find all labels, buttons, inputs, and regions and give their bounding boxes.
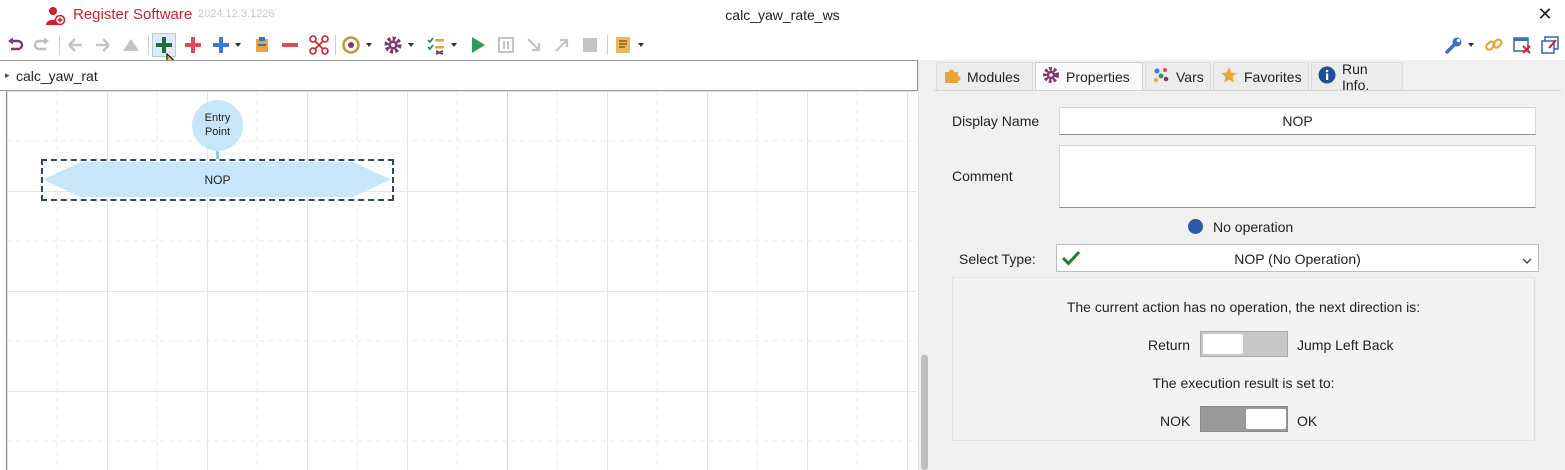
canvas-divider — [507, 91, 508, 470]
star-icon — [1220, 66, 1238, 87]
chevron-down-icon — [1522, 253, 1532, 269]
stop-icon[interactable] — [578, 33, 602, 57]
scrollbar-thumb[interactable] — [921, 355, 928, 470]
title-bar: Register Software 2024.12.3.1226 calc_ya… — [0, 0, 1565, 31]
checklist-icon[interactable] — [424, 33, 448, 57]
chevron-down-icon[interactable] — [366, 43, 372, 47]
breadcrumb-arrow-icon[interactable]: ▸ — [5, 70, 10, 81]
link-icon[interactable] — [1482, 33, 1506, 57]
dots-icon — [1152, 66, 1170, 87]
pause-icon[interactable] — [494, 33, 518, 57]
entry-point-label-line1: Entry — [204, 112, 231, 124]
tab-vars[interactable]: Vars — [1145, 62, 1211, 90]
nop-node-label: NOP — [204, 173, 231, 187]
result-right-label: OK — [1297, 413, 1318, 429]
toggle-knob — [1246, 409, 1286, 429]
chevron-down-icon[interactable] — [408, 43, 414, 47]
forward-icon[interactable] — [91, 33, 115, 57]
tab-favorites-label: Favorites — [1244, 68, 1302, 85]
chevron-down-icon[interactable] — [451, 43, 457, 47]
nop-options-panel: The current action has no operation, the… — [952, 277, 1535, 441]
vertical-scrollbar[interactable] — [918, 60, 930, 470]
chevron-down-icon[interactable] — [235, 43, 241, 47]
toolbar-separator — [607, 35, 608, 55]
toggle-knob — [1203, 334, 1243, 354]
window-title: calc_yaw_rate_ws — [725, 7, 840, 23]
chevron-down-icon[interactable] — [1468, 43, 1474, 47]
nop-action-node[interactable]: NOP — [41, 159, 394, 201]
chevron-down-icon[interactable] — [638, 43, 644, 47]
step-out-icon[interactable] — [550, 33, 574, 57]
direction-toggle[interactable] — [1200, 331, 1288, 357]
select-type-value: NOP (No Operation) — [1234, 251, 1361, 267]
breadcrumb-item[interactable]: calc_yaw_rat — [16, 68, 98, 84]
direction-left-label: Return — [1148, 337, 1191, 353]
tab-vars-label: Vars — [1176, 68, 1204, 85]
direction-description: The current action has no operation, the… — [1066, 299, 1421, 315]
wrench-icon[interactable] — [1442, 33, 1466, 57]
tab-favorites[interactable]: Favorites — [1213, 62, 1309, 90]
display-name-field[interactable]: NOP — [1059, 107, 1536, 135]
play-icon[interactable] — [466, 33, 490, 57]
undo-icon[interactable] — [3, 33, 27, 57]
window-restore-icon[interactable] — [1538, 33, 1562, 57]
redo-icon[interactable] — [30, 33, 54, 57]
breadcrumb: ▸ calc_yaw_rat — [0, 60, 918, 91]
gear-icon[interactable] — [381, 33, 405, 57]
operation-status-text: No operation — [1213, 219, 1294, 235]
remove-icon[interactable] — [278, 33, 302, 57]
direction-right-label: Jump Left Back — [1297, 337, 1394, 353]
info-icon — [1318, 66, 1336, 87]
close-window-button[interactable]: ✕ — [1534, 3, 1556, 25]
result-toggle[interactable] — [1200, 406, 1288, 432]
toolbar-separator — [148, 35, 149, 55]
add-blue-icon[interactable] — [209, 33, 233, 57]
canvas-grid — [7, 91, 917, 470]
window-close-icon[interactable] — [1510, 33, 1534, 57]
result-left-label: NOK — [1160, 413, 1191, 429]
select-type-label: Select Type: — [959, 251, 1036, 267]
status-dot-icon — [1188, 219, 1203, 234]
toolbar-separator — [59, 35, 60, 55]
scissors-icon[interactable] — [307, 33, 331, 57]
toolbar — [0, 31, 1565, 76]
properties-panel: Modules Properties Vars Favorites Run In… — [930, 60, 1565, 470]
entry-point-node[interactable]: Entry Point — [192, 100, 243, 151]
comment-field[interactable] — [1059, 145, 1536, 208]
target-icon[interactable] — [339, 33, 363, 57]
up-icon[interactable] — [119, 33, 143, 57]
result-description: The execution result is set to: — [1152, 375, 1335, 391]
tab-modules-label: Modules — [967, 68, 1020, 85]
clipboard-icon[interactable] — [250, 33, 274, 57]
comment-label: Comment — [952, 168, 1013, 184]
connector-line — [216, 151, 219, 159]
toolbar-separator — [335, 35, 336, 55]
tab-run-info[interactable]: Run Info. — [1311, 60, 1403, 93]
tab-properties-label: Properties — [1066, 68, 1130, 85]
tab-run-info-label: Run Info. — [1342, 60, 1370, 93]
display-name-label: Display Name — [952, 113, 1040, 129]
script-icon[interactable] — [611, 33, 635, 57]
tab-modules[interactable]: Modules — [936, 62, 1033, 90]
tab-properties[interactable]: Properties — [1035, 62, 1143, 90]
puzzle-icon — [943, 66, 961, 87]
select-type-dropdown[interactable]: NOP (No Operation) — [1056, 244, 1539, 272]
entry-point-label-line2: Point — [204, 126, 231, 138]
step-in-icon[interactable] — [522, 33, 546, 57]
gear-icon — [1042, 66, 1060, 87]
flow-canvas[interactable]: Entry Point NOP — [6, 91, 917, 470]
add-red-icon[interactable] — [181, 33, 205, 57]
back-icon[interactable] — [63, 33, 87, 57]
properties-body: Display Name NOP Comment No operation Se… — [934, 90, 1561, 470]
